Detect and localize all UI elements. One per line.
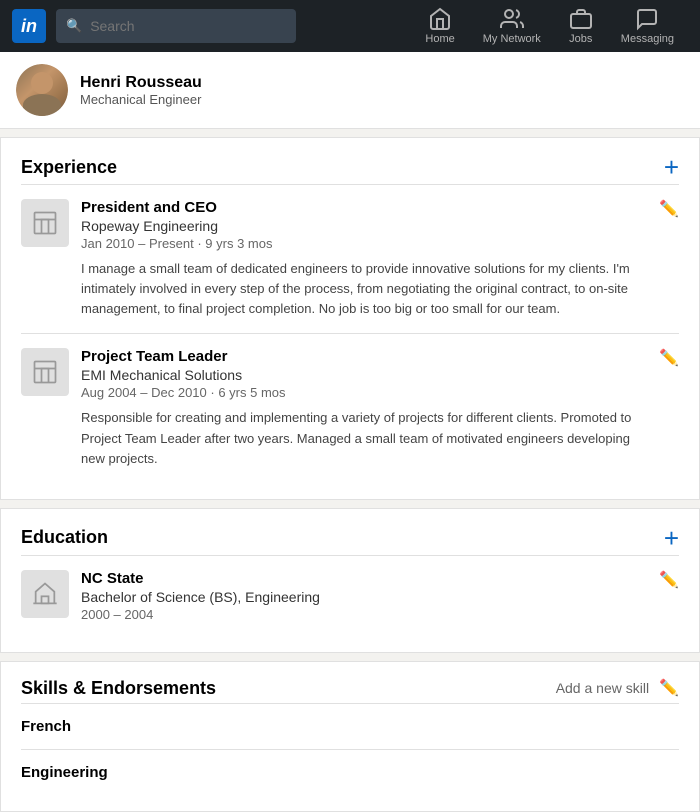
education-title: Education	[21, 527, 108, 548]
skill-item-2: Engineering	[21, 749, 679, 795]
company-logo-2	[21, 348, 69, 396]
company-name-1: Ropeway Engineering	[81, 218, 649, 234]
profile-info: Henri Rousseau Mechanical Engineer	[80, 74, 202, 107]
skill-name-2: Engineering	[21, 764, 679, 781]
job-dates-2: Aug 2004 – Dec 2010 · 6 yrs 5 mos	[81, 385, 649, 400]
skills-title: Skills & Endorsements	[21, 678, 216, 699]
job-description-1: I manage a small team of dedicated engin…	[81, 259, 649, 319]
experience-item-1: President and CEO Ropeway Engineering Ja…	[21, 184, 679, 333]
school-name-1: NC State	[81, 570, 649, 587]
building-icon-2	[31, 358, 59, 386]
jobs-label: Jobs	[569, 33, 592, 45]
experience-item-2: Project Team Leader EMI Mechanical Solut…	[21, 333, 679, 482]
nav-item-network[interactable]: My Network	[469, 1, 555, 51]
add-education-button[interactable]: +	[664, 525, 679, 551]
edit-skills-button[interactable]: ✏️	[659, 678, 679, 698]
education-section: Education + NC State Bachelor of Science…	[0, 508, 700, 653]
exp-content-1: President and CEO Ropeway Engineering Ja…	[81, 199, 679, 319]
home-icon	[428, 7, 452, 31]
linkedin-logo[interactable]: in	[12, 9, 46, 43]
job-title-2: Project Team Leader	[81, 348, 649, 365]
school-icon-1	[31, 580, 59, 608]
logo-text: in	[21, 16, 37, 37]
company-logo-1	[21, 199, 69, 247]
profile-name: Henri Rousseau	[80, 74, 202, 92]
experience-section: Experience + President and CEO Ropeway E…	[0, 137, 700, 500]
skills-actions: Add a new skill ✏️	[556, 678, 679, 698]
skill-item-1: French	[21, 703, 679, 749]
experience-title: Experience	[21, 157, 117, 178]
job-dates-1: Jan 2010 – Present · 9 yrs 3 mos	[81, 236, 649, 251]
education-header: Education +	[21, 525, 679, 551]
search-input[interactable]	[90, 18, 286, 34]
search-icon: 🔍	[66, 18, 82, 34]
top-nav: in 🔍 Home My Network Jobs M	[0, 0, 700, 52]
messaging-icon	[635, 7, 659, 31]
jobs-icon	[569, 7, 593, 31]
search-bar[interactable]: 🔍	[56, 9, 296, 43]
profile-title: Mechanical Engineer	[80, 92, 202, 107]
company-name-2: EMI Mechanical Solutions	[81, 367, 649, 383]
edu-dates-1: 2000 – 2004	[81, 607, 649, 622]
add-skill-link[interactable]: Add a new skill	[556, 680, 649, 696]
messaging-label: Messaging	[621, 33, 674, 45]
edit-experience-1[interactable]: ✏️	[659, 199, 679, 219]
home-label: Home	[425, 33, 454, 45]
skill-name-1: French	[21, 718, 679, 735]
nav-item-jobs[interactable]: Jobs	[555, 1, 607, 51]
nav-item-home[interactable]: Home	[411, 1, 468, 51]
edu-content-1: NC State Bachelor of Science (BS), Engin…	[81, 570, 679, 622]
school-logo-1	[21, 570, 69, 618]
degree-1: Bachelor of Science (BS), Engineering	[81, 589, 649, 605]
skills-header: Skills & Endorsements Add a new skill ✏️	[21, 678, 679, 699]
nav-item-messaging[interactable]: Messaging	[607, 1, 688, 51]
add-experience-button[interactable]: +	[664, 154, 679, 180]
avatar-image	[16, 64, 68, 116]
avatar	[16, 64, 68, 116]
edit-education-1[interactable]: ✏️	[659, 570, 679, 590]
job-description-2: Responsible for creating and implementin…	[81, 408, 649, 468]
job-title-1: President and CEO	[81, 199, 649, 216]
nav-items: Home My Network Jobs Messaging	[411, 1, 688, 51]
experience-header: Experience +	[21, 154, 679, 180]
edit-experience-2[interactable]: ✏️	[659, 348, 679, 368]
building-icon-1	[31, 209, 59, 237]
profile-header: Henri Rousseau Mechanical Engineer	[0, 52, 700, 129]
skills-section: Skills & Endorsements Add a new skill ✏️…	[0, 661, 700, 812]
education-item-1: NC State Bachelor of Science (BS), Engin…	[21, 555, 679, 636]
network-label: My Network	[483, 33, 541, 45]
network-icon	[500, 7, 524, 31]
exp-content-2: Project Team Leader EMI Mechanical Solut…	[81, 348, 679, 468]
